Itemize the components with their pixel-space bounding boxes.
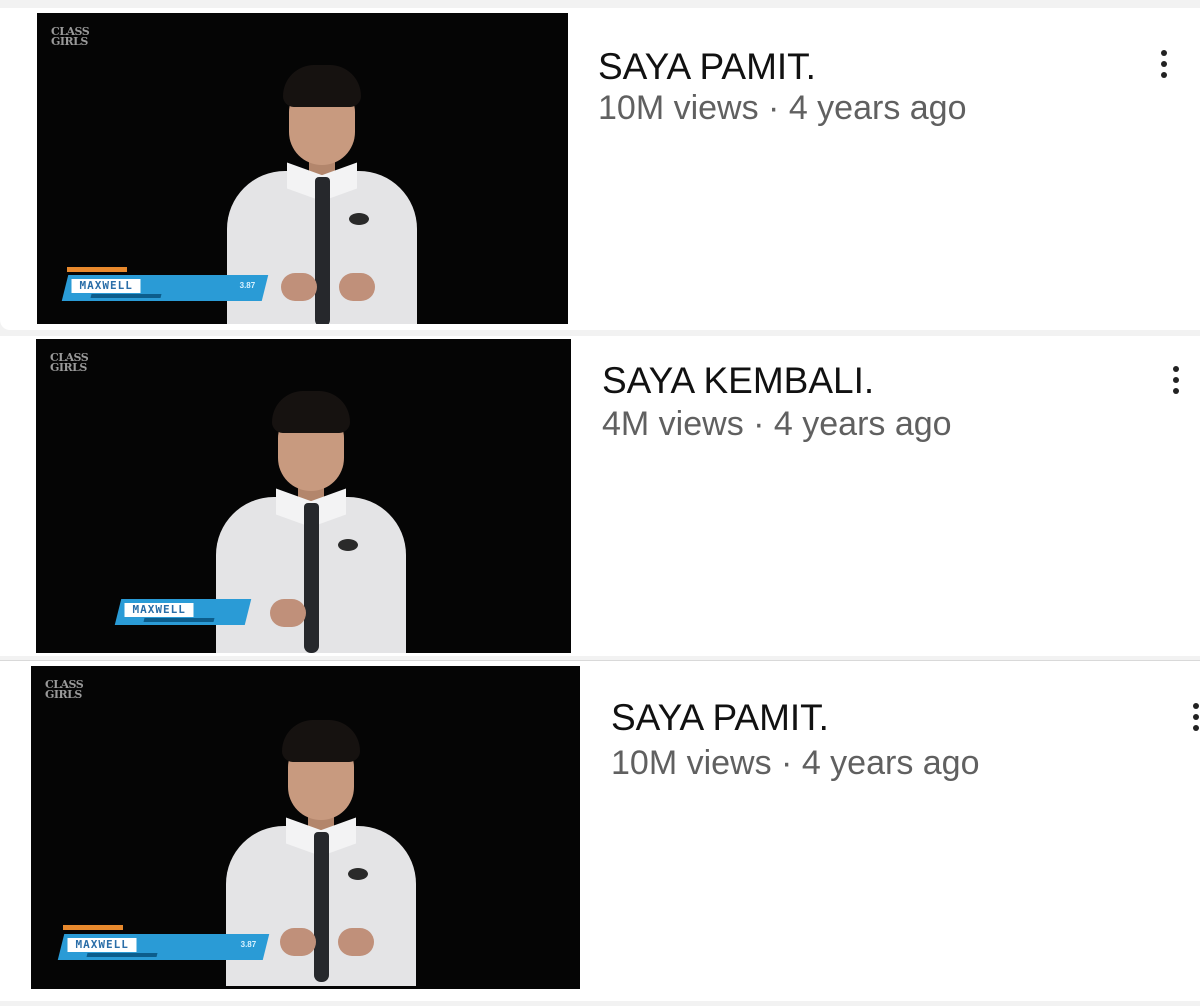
more-vertical-icon[interactable] (1166, 360, 1186, 400)
view-count: 10M views (611, 744, 772, 782)
video-thumbnail[interactable]: CLASS GIRLS MAXWELL (36, 339, 571, 653)
channel-watermark: CLASS GIRLS (51, 25, 90, 48)
lower-third-name: MAXWELL (67, 938, 137, 952)
lower-third-tag (63, 925, 123, 930)
video-list-item[interactable]: CLASS GIRLS MAXWELL 3.87 SAYA PAMIT. 10M… (0, 8, 1200, 330)
video-metadata: 10M views · 4 years ago (611, 744, 980, 782)
video-thumbnail[interactable]: CLASS GIRLS MAXWELL 3.87 (31, 666, 580, 989)
lower-third-stat: 3.87 (241, 940, 257, 949)
video-title[interactable]: SAYA PAMIT. (611, 697, 829, 739)
video-list-item[interactable]: CLASS GIRLS MAXWELL 3.87 SAYA PAMIT. 10M… (0, 660, 1200, 1001)
upload-age: 4 years ago (773, 405, 952, 443)
video-list-item[interactable]: CLASS GIRLS MAXWELL SAYA KEMBALI. 4M vie… (0, 336, 1200, 656)
view-count: 4M views (602, 405, 744, 443)
lower-third: MAXWELL (114, 599, 252, 625)
video-metadata: 10M views · 4 years ago (598, 89, 967, 127)
more-vertical-icon[interactable] (1186, 697, 1200, 737)
upload-age: 4 years ago (801, 744, 980, 782)
lower-third: MAXWELL 3.87 (61, 275, 269, 301)
lower-third-name: MAXWELL (124, 603, 194, 617)
more-vertical-icon[interactable] (1154, 44, 1174, 84)
video-thumbnail[interactable]: CLASS GIRLS MAXWELL 3.87 (37, 13, 568, 324)
video-title[interactable]: SAYA KEMBALI. (602, 360, 874, 402)
video-metadata: 4M views · 4 years ago (602, 405, 952, 443)
video-title[interactable]: SAYA PAMIT. (598, 46, 816, 88)
lower-third-stat: 3.87 (240, 281, 256, 290)
channel-watermark: CLASS GIRLS (50, 351, 89, 374)
view-count: 10M views (598, 89, 759, 127)
channel-watermark: CLASS GIRLS (45, 678, 84, 701)
lower-third: MAXWELL 3.87 (57, 934, 270, 960)
upload-age: 4 years ago (788, 89, 967, 127)
lower-third-name: MAXWELL (71, 279, 141, 293)
lower-third-tag (67, 267, 127, 272)
